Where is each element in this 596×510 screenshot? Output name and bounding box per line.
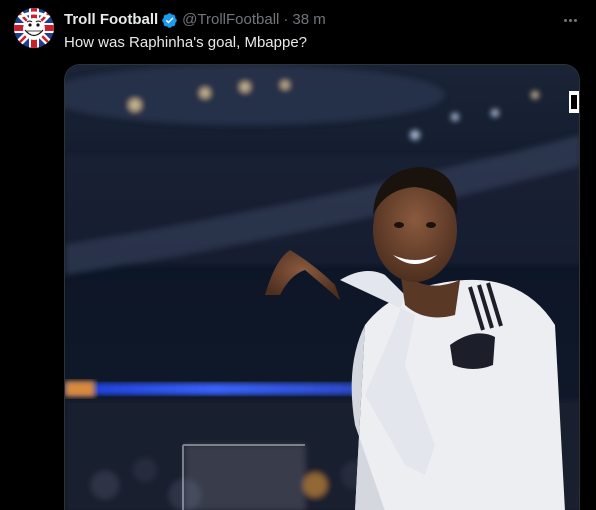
timestamp[interactable]: 38 m: [292, 10, 325, 30]
tweet-header: Troll Football @TrollFootball · 38 m: [64, 10, 584, 30]
media-image: [65, 65, 579, 510]
tweet-text: How was Raphinha's goal, Mbappe?: [64, 34, 308, 51]
display-name[interactable]: Troll Football: [64, 10, 158, 30]
separator: ·: [283, 11, 289, 28]
user-handle[interactable]: @TrollFootball: [182, 10, 279, 30]
verified-badge-icon: [162, 12, 177, 28]
tweet[interactable]: Troll Football @TrollFootball · 38 m How…: [0, 0, 596, 510]
avatar[interactable]: [14, 8, 54, 48]
tweet-media[interactable]: [64, 64, 580, 510]
more-options-icon[interactable]: [560, 12, 580, 28]
